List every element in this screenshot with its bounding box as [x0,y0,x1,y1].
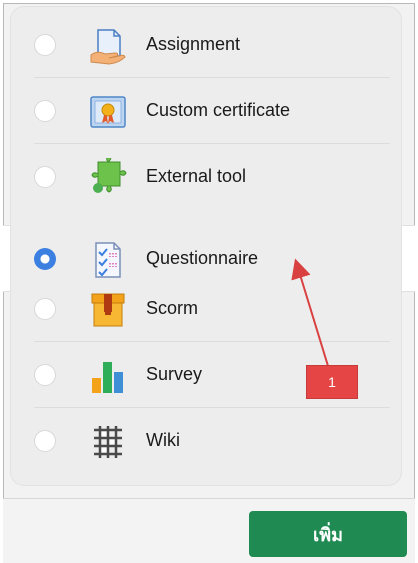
activity-label-custom-certificate: Custom certificate [146,100,291,120]
annotation-callout: 1 [306,365,358,399]
activity-label-assignment: Assignment [146,34,241,54]
certificate-icon [90,96,126,128]
radio-assignment[interactable] [34,34,56,56]
activity-option-wiki[interactable]: Wiki [10,408,402,474]
radio-questionnaire[interactable] [34,248,56,270]
activity-label-survey: Survey [146,364,203,384]
activity-option-assignment[interactable]: Assignment [10,12,402,78]
activity-option-external-tool[interactable]: External tool [10,144,402,210]
radio-custom-certificate[interactable] [34,100,56,122]
puzzle-icon [91,158,127,193]
activity-label-scorm: Scorm [146,298,199,318]
activity-label-wiki: Wiki [146,430,180,450]
radio-survey[interactable] [34,364,56,386]
package-icon [91,293,125,327]
questionnaire-icon [95,242,121,278]
activity-label-external-tool: External tool [146,166,247,186]
assignment-icon [90,29,126,65]
activity-label-questionnaire: Questionnaire [146,248,259,268]
radio-external-tool[interactable] [34,166,56,188]
chooser-footer: เพิ่ม [3,498,415,563]
radio-wiki[interactable] [34,430,56,452]
radio-scorm[interactable] [34,298,56,320]
bar-chart-icon [92,362,123,393]
activity-option-questionnaire[interactable]: Questionnaire [10,226,402,292]
activity-option-custom-certificate[interactable]: Custom certificate [10,78,402,144]
wiki-icon [94,426,122,458]
add-button[interactable]: เพิ่ม [249,511,407,557]
